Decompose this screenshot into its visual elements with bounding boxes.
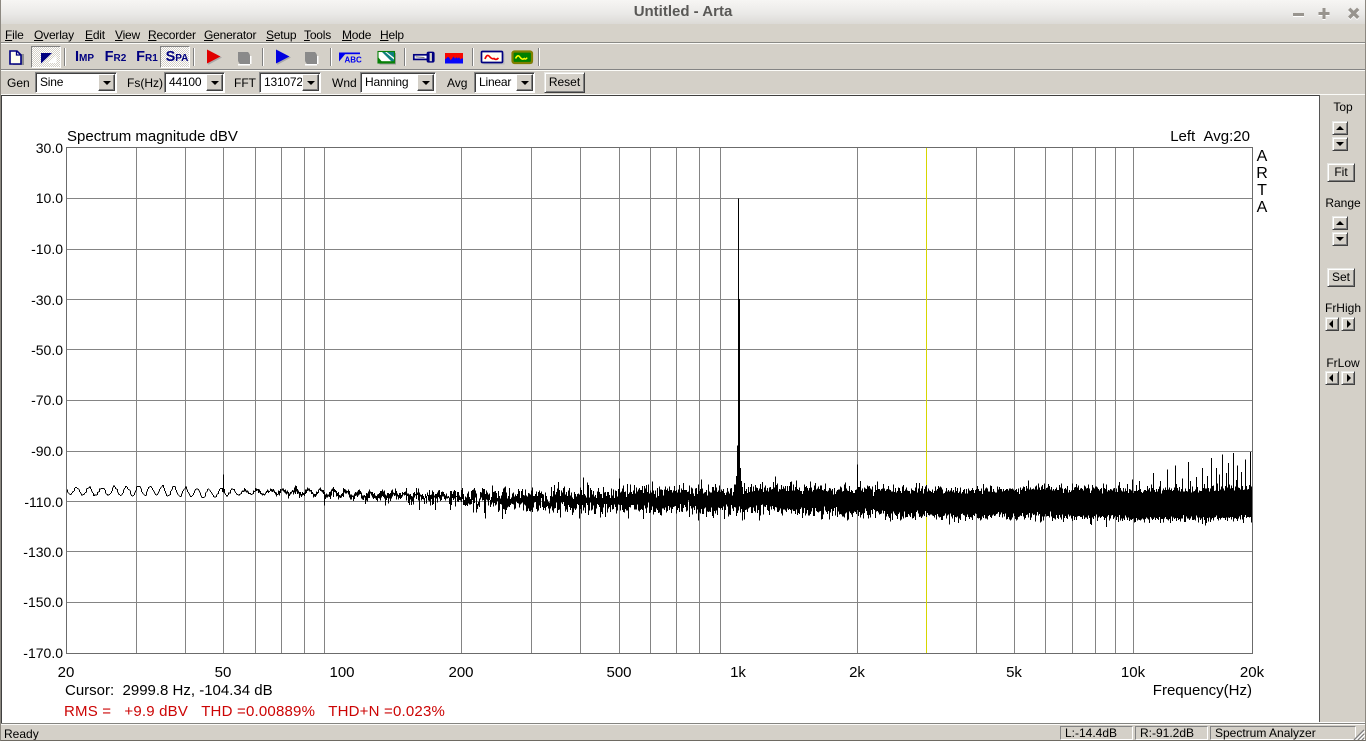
svg-text:ABC: ABC	[345, 56, 363, 65]
